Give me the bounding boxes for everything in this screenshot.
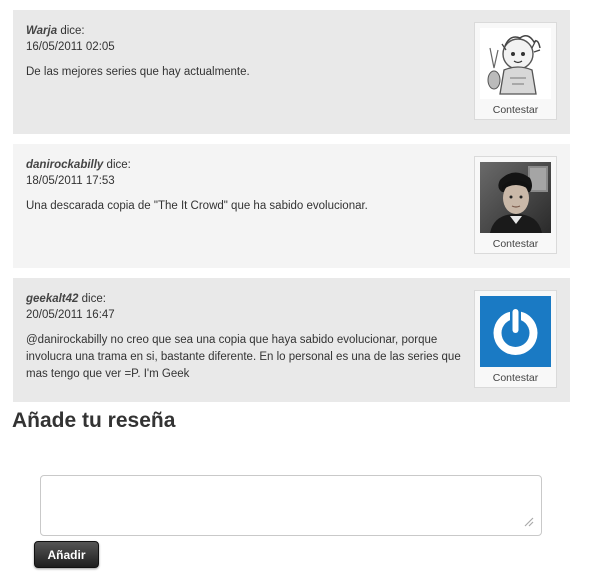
comment-author[interactable]: danirockabilly <box>26 159 103 171</box>
comment-text: @danirockabilly no creo que sea una copi… <box>26 334 461 380</box>
comment-date: 20/05/2011 16:47 <box>26 309 115 321</box>
reply-link[interactable]: Contestar <box>475 238 556 250</box>
comment-meta: danirockabilly dice: 18/05/2011 17:53 <box>26 157 131 189</box>
comment-item: danirockabilly dice: 18/05/2011 17:53 Un… <box>13 144 570 268</box>
avatar-card: Contestar <box>474 22 557 120</box>
comment-meta: geekalt42 dice: 20/05/2011 16:47 <box>26 291 115 323</box>
reply-link[interactable]: Contestar <box>475 372 556 384</box>
avatar-card: Contestar <box>474 290 557 388</box>
comment-says: dice: <box>81 293 106 305</box>
photo-avatar-icon <box>480 162 551 233</box>
reply-link[interactable]: Contestar <box>475 104 556 116</box>
comment-says: dice: <box>60 25 85 37</box>
review-heading: Añade tu reseña <box>12 409 176 432</box>
power-logo-icon <box>480 296 551 367</box>
comment-author[interactable]: geekalt42 <box>26 293 78 305</box>
cartoon-sketch-avatar-icon <box>480 28 551 99</box>
comment-meta: Warja dice: 16/05/2011 02:05 <box>26 23 115 55</box>
comment-date: 16/05/2011 02:05 <box>26 41 115 53</box>
avatar <box>480 296 551 367</box>
comment-date: 18/05/2011 17:53 <box>26 175 115 187</box>
comment-item: geekalt42 dice: 20/05/2011 16:47 @daniro… <box>13 278 570 402</box>
submit-review-button[interactable]: Añadir <box>34 541 99 568</box>
review-textarea[interactable] <box>40 475 542 536</box>
avatar <box>480 162 551 233</box>
resize-grip-icon[interactable] <box>522 515 534 527</box>
avatar-card: Contestar <box>474 156 557 254</box>
avatar <box>480 28 551 99</box>
comment-author[interactable]: Warja <box>26 25 57 37</box>
comment-text: Una descarada copia de "The It Crowd" qu… <box>26 200 368 212</box>
comment-item: Warja dice: 16/05/2011 02:05 De las mejo… <box>13 10 570 134</box>
comment-text: De las mejores series que hay actualment… <box>26 66 250 78</box>
comment-says: dice: <box>106 159 131 171</box>
page: Warja dice: 16/05/2011 02:05 De las mejo… <box>0 0 589 585</box>
